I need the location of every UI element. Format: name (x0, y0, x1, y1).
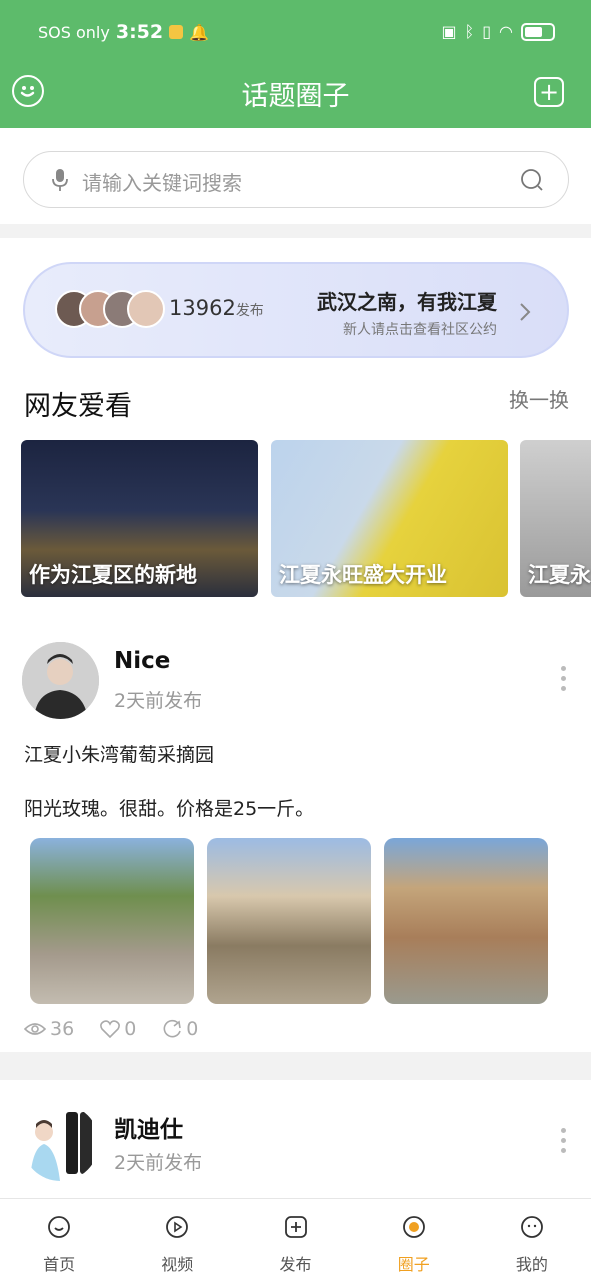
wifi-icon: ◠ (499, 22, 513, 41)
more-icon[interactable] (561, 666, 567, 692)
battery-icon (521, 22, 555, 41)
post-time: 2天前发布 (114, 1152, 203, 1174)
tile-caption: 作为江夏区的新地 (29, 563, 197, 587)
banner-subtitle: 新人请点击查看社区公约 (343, 322, 497, 338)
add-topic-button[interactable]: + (534, 77, 564, 107)
topic-tile[interactable]: 江夏永旺盛大开业 (271, 440, 508, 597)
share-button[interactable]: 0 (162, 1018, 198, 1040)
post-photo[interactable] (384, 838, 548, 1004)
avatar[interactable] (22, 1104, 99, 1181)
avatar (127, 290, 165, 328)
feed-card: 13962发布 武汉之南，有我江夏 新人请点击查看社区公约 网友爱看 换一换 作… (0, 238, 591, 1052)
plus-icon: + (538, 78, 560, 106)
circle-icon (402, 1216, 425, 1238)
avatar[interactable] (22, 642, 99, 719)
author-name[interactable]: 凯迪仕 (114, 1110, 183, 1144)
post-text-line: 阳光玫瑰。很甜。价格是25一斤。 (24, 798, 315, 820)
refresh-button[interactable]: 换一换 (509, 384, 569, 413)
post-text-line: 江夏小朱湾葡萄采摘园 (24, 744, 215, 766)
vibrate-icon: ▯ (482, 22, 492, 41)
status-bar: SOS only 3:52 🔔 ▣ ᛒ ▯ ◠ (0, 0, 591, 66)
search-icon[interactable] (520, 168, 544, 192)
search-placeholder: 请输入关键词搜索 (82, 171, 242, 195)
eye-icon (24, 1023, 46, 1035)
post-time: 2天前发布 (114, 690, 203, 712)
profile-icon (521, 1216, 543, 1238)
publish-count: 13962发布 (169, 296, 264, 320)
page-title: 话题圈子 (241, 81, 350, 112)
community-banner[interactable]: 13962发布 武汉之南，有我江夏 新人请点击查看社区公约 (23, 262, 569, 358)
clock: 3:52 (115, 21, 164, 43)
post-card: 凯迪仕 2天前发布 (0, 1080, 591, 1198)
app-header: SOS only 3:52 🔔 ▣ ᛒ ▯ ◠ 话题圈子 + (0, 0, 591, 128)
post-photo[interactable] (30, 838, 194, 1004)
author-name[interactable]: Nice (114, 648, 170, 674)
nfc-icon: ▣ (441, 22, 457, 41)
chevron-right-icon (520, 303, 531, 321)
bottom-tab-bar: 首页 视频 发布 圈子 我的 (0, 1198, 591, 1280)
heart-icon (100, 1020, 121, 1038)
video-icon (166, 1216, 189, 1238)
tab-circle[interactable]: 圈子 (355, 1199, 473, 1280)
topic-tile[interactable]: 江夏永 (520, 440, 591, 597)
search-section: 请输入关键词搜索 (0, 128, 591, 224)
tab-profile[interactable]: 我的 (473, 1199, 591, 1280)
like-button[interactable]: 0 (100, 1018, 136, 1040)
publish-icon (284, 1216, 307, 1238)
section-title: 网友爱看 (24, 391, 132, 422)
tab-publish[interactable]: 发布 (236, 1199, 354, 1280)
tile-caption: 江夏永 (528, 563, 591, 587)
tab-video[interactable]: 视频 (118, 1199, 236, 1280)
tab-home[interactable]: 首页 (0, 1199, 118, 1280)
post-photo[interactable] (207, 838, 371, 1004)
more-icon[interactable] (561, 1128, 567, 1154)
carrier-text: SOS only (38, 22, 110, 42)
microphone-icon[interactable] (52, 168, 68, 192)
topic-tile[interactable]: 作为江夏区的新地 (21, 440, 258, 597)
bell-icon: 🔔 (189, 22, 210, 42)
search-input[interactable]: 请输入关键词搜索 (23, 151, 569, 208)
notification-icon (169, 25, 184, 39)
bluetooth-icon: ᛒ (464, 22, 475, 41)
share-icon (163, 1019, 182, 1038)
post-stats: 36 0 0 (24, 1018, 198, 1040)
tile-caption: 江夏永旺盛大开业 (279, 563, 447, 587)
banner-title: 武汉之南，有我江夏 (317, 290, 497, 314)
home-icon (48, 1216, 70, 1238)
views-stat: 36 (24, 1018, 74, 1040)
